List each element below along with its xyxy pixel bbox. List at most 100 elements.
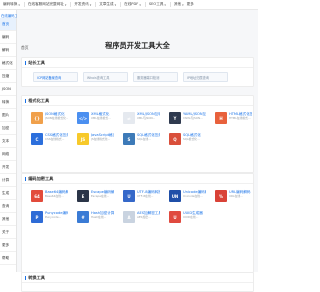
tool-card[interactable]: JSJavaScript格式化JS在线格式化... xyxy=(72,130,114,150)
sidebar-item-decode[interactable]: 解码 xyxy=(0,44,16,57)
sidebar-item-query[interactable]: 查询 xyxy=(0,200,16,213)
tool-icon: Y xyxy=(169,112,181,124)
tool-card[interactable]: EEscape编码解码Escape在线... xyxy=(72,187,114,207)
tool-icon: S xyxy=(123,133,135,145)
nav-item-pdf[interactable]: 在线PDF ▾ xyxy=(124,2,141,7)
tool-card-text: UUID生成器 UUID在线... xyxy=(183,208,203,228)
nav-divider xyxy=(169,2,171,7)
tool-icon: </> xyxy=(77,112,89,124)
tool-description: AES加密... xyxy=(137,214,151,219)
tool-card[interactable]: S SQL格式化压缩 SQL在线... xyxy=(118,130,160,150)
tool-icon: C xyxy=(31,133,43,145)
sidebar-item-convert[interactable]: 转换 xyxy=(0,96,16,109)
nav-item-more[interactable]: 更多 xyxy=(187,2,194,7)
tool-card-text: Escape编码解码Escape在线... xyxy=(91,187,114,207)
tool-card-text: XML格式化 XML在线格式... xyxy=(91,109,111,129)
sidebar-item-image[interactable]: 图片 xyxy=(0,109,16,122)
sidebar-item-compress[interactable]: 压缩 xyxy=(0,70,16,83)
sidebar-item-home[interactable]: 首页 xyxy=(0,18,16,31)
nav-item-encoding[interactable]: 编码转换 ▾ xyxy=(3,2,20,7)
sidebar: 在线编码工具网 首页 编码 解码 格式化 压缩 JSON 转换 图片 加密 文本… xyxy=(0,10,25,272)
tool-card[interactable]: A AES加解密工具 AES加密... xyxy=(118,208,160,228)
nav-label: 在线PDF xyxy=(124,2,139,6)
nav-label: 文章生成 xyxy=(99,2,114,6)
tool-card-text: HTML格式化压缩HTML在线格式... xyxy=(229,109,252,129)
chevron-down-icon: ▾ xyxy=(64,2,67,7)
chevron-down-icon: ▾ xyxy=(139,2,141,7)
tool-card[interactable]: 64Base64编码解码Base64在线... xyxy=(26,187,68,207)
main-content: 首页 程序员开发工具大全 站长工具 ICP网站备案查询 Whois查询工具 服务… xyxy=(17,10,258,292)
nav-item-online-service[interactable]: 在线客服网站完整网址 ▾ xyxy=(28,2,66,7)
tool-description: Unicode在线... xyxy=(183,193,203,198)
nav-item-other[interactable]: 其他 ▾ xyxy=(174,2,184,7)
nav-item-dev-news[interactable]: 开发资讯 ▾ xyxy=(74,2,91,7)
tool-card[interactable]: P Punycode编码 Punycode... xyxy=(26,208,68,228)
tool-card-text: Punycode编码 Punycode... xyxy=(45,208,68,228)
sidebar-item-other[interactable]: 其他 xyxy=(0,213,16,226)
section-title: 编码加密工具 xyxy=(28,175,54,181)
tool-card-text: SQL格式化压缩 SQL在线... xyxy=(137,130,160,150)
nav-item-seo[interactable]: SEO工具 ▾ xyxy=(149,2,166,7)
sidebar-item-encode[interactable]: 编码 xyxy=(0,31,16,44)
tool-card[interactable]: HHTML格式化压缩HTML在线格式... xyxy=(210,109,252,129)
sidebar-item-text[interactable]: 文本 xyxy=(0,135,16,148)
tool-card[interactable]: </> XML格式化 XML在线格式... xyxy=(72,109,114,129)
sidebar-item-json[interactable]: JSON xyxy=(0,83,16,96)
tool-card[interactable]: Q SQL格式化 SQL格式化... xyxy=(164,130,206,150)
tool-link-ip[interactable]: IP地址归属查询 xyxy=(183,72,228,82)
tool-card[interactable]: U UUID生成器 UUID在线... xyxy=(164,208,206,228)
sidebar-item-network[interactable]: 网络 xyxy=(0,148,16,161)
nav-item-article[interactable]: 文章生成 ▾ xyxy=(99,2,116,7)
tool-link-icp[interactable]: ICP网站备案查询 xyxy=(33,72,78,82)
tool-description: UTF-8在线... xyxy=(137,193,154,198)
sidebar-item-dev[interactable]: 开发 xyxy=(0,161,16,174)
nav-divider xyxy=(23,2,25,7)
tool-icon: U xyxy=(123,190,135,202)
accent-bar xyxy=(25,60,27,65)
section-header: 站长工具 xyxy=(22,58,253,68)
tool-description: Punycode... xyxy=(45,214,62,219)
tool-card[interactable]: % URL编码解码 URL在线... xyxy=(210,187,252,207)
site-brand[interactable]: 在线编码工具网 xyxy=(0,10,25,18)
tool-description: CSS在线格式... xyxy=(45,136,65,141)
tool-card-text: XML/JSON互转 XML与JSON... xyxy=(137,109,160,129)
tool-description: JSON在线格式化... xyxy=(45,115,68,120)
sidebar-item-generate[interactable]: 生成 xyxy=(0,187,16,200)
tool-card[interactable]: YYAML/JSON互转YAML与JSON... xyxy=(164,109,206,129)
tool-description: XML在线格式... xyxy=(91,115,111,120)
tool-card-text: Base64编码解码Base64在线... xyxy=(45,187,68,207)
tool-card[interactable]: U UTF-8编码转换 UTF-8在线... xyxy=(118,187,160,207)
tool-description: URL在线... xyxy=(229,193,243,198)
tool-card-text: Unicode编码转换Unicode在线... xyxy=(183,187,206,207)
sidebar-item-calc[interactable]: 计算 xyxy=(0,174,16,187)
tool-card[interactable]: C CSS格式化压缩 CSS在线格式... xyxy=(26,130,68,150)
tool-icon: JS xyxy=(77,133,89,145)
sidebar-item-format[interactable]: 格式化 xyxy=(0,57,16,70)
sidebar-item-encrypt[interactable]: 加密 xyxy=(0,122,16,135)
tool-description: Hash在线... xyxy=(91,214,107,219)
section-format-tools: 格式化工具 {} JSON格式化 JSON在线格式化... </> XML格式化 XML在… xyxy=(21,95,254,173)
sidebar-item-about[interactable]: 关于 xyxy=(0,226,16,239)
tool-card-text: SQL格式化 SQL格式化... xyxy=(183,130,201,150)
tool-icon: E xyxy=(77,190,89,202)
nav-label: 开发资讯 xyxy=(74,2,89,6)
tool-card[interactable]: # Hash加密计算 Hash在线... xyxy=(72,208,114,228)
tool-card-text: YAML/JSON互转YAML与JSON... xyxy=(183,109,206,129)
tool-link-whois[interactable]: Whois查询工具 xyxy=(83,72,128,82)
tool-card[interactable]: UNUnicode编码转换Unicode在线... xyxy=(164,187,206,207)
chevron-down-icon: ▾ xyxy=(18,2,20,7)
tool-card[interactable]: ⇄ XML/JSON互转 XML与JSON... xyxy=(118,109,160,129)
section-title: 格式化工具 xyxy=(28,97,50,103)
nav-divider xyxy=(144,2,146,7)
tool-link-port[interactable]: 服务器端口检测 xyxy=(133,72,178,82)
section-title: 站长工具 xyxy=(28,59,45,65)
nav-label: SEO工具 xyxy=(148,2,164,6)
tool-description: SQL格式化... xyxy=(183,136,200,141)
tool-card[interactable]: {} JSON格式化 JSON在线格式化... xyxy=(26,109,68,129)
tool-card-text: JavaScript格式化JS在线格式化... xyxy=(91,130,114,150)
sidebar-item-help[interactable]: 帮助 xyxy=(0,252,16,265)
tool-icon: U xyxy=(169,211,181,223)
section-header: 格式化工具 xyxy=(22,96,253,106)
tool-card-text: CSS格式化压缩 CSS在线格式... xyxy=(45,130,68,150)
sidebar-item-more[interactable]: 更多 xyxy=(0,239,16,252)
